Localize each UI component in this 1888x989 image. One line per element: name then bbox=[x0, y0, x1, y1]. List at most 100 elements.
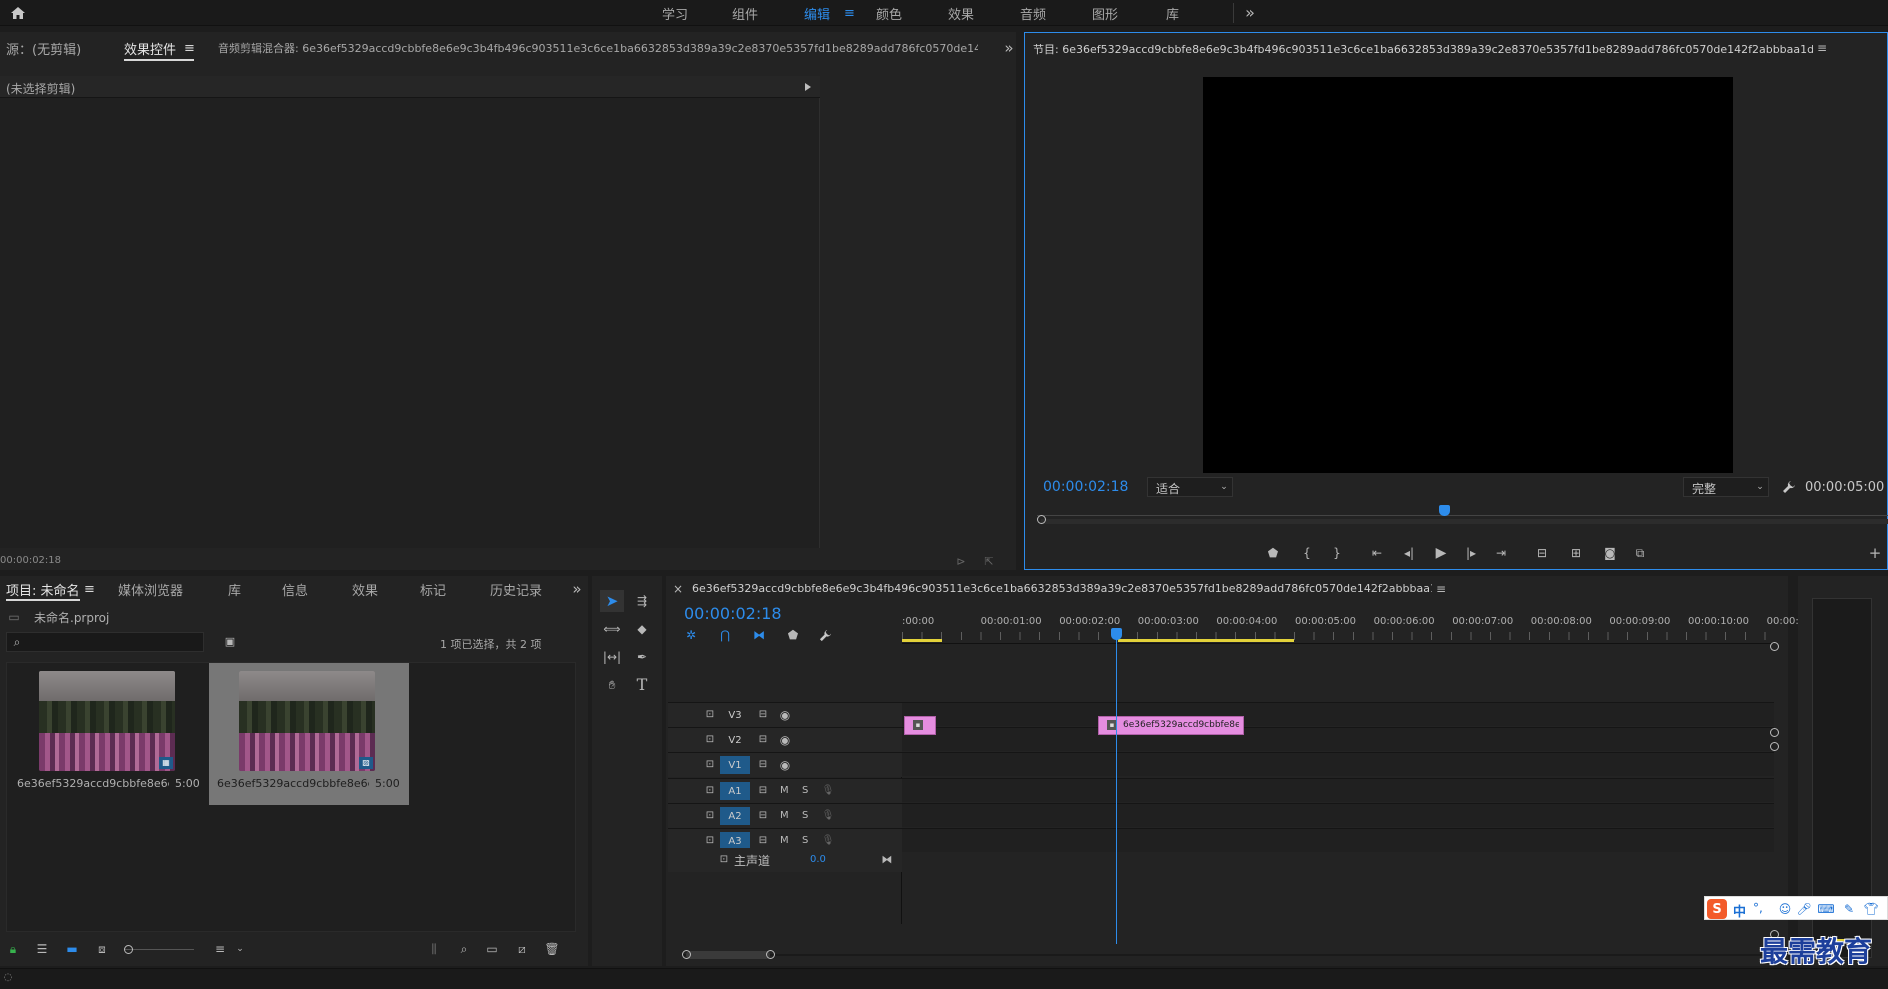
clip[interactable]: ▪ 6e36ef5329accd9cbbfe8e6e9c3b4f bbox=[1098, 716, 1244, 735]
clip[interactable]: ▪ bbox=[904, 716, 936, 735]
track-target-button[interactable]: V3 bbox=[720, 706, 750, 724]
workspace-overflow-icon[interactable]: » bbox=[1242, 3, 1258, 23]
lock-icon[interactable]: ⊡ bbox=[704, 734, 716, 746]
workspace-tab-effects[interactable]: 效果 bbox=[948, 0, 974, 26]
microphone-icon[interactable]: 🎤︎ bbox=[1796, 901, 1811, 917]
tab-audio-clip-mixer[interactable]: 音频剪辑混合器: 6e36ef5329accd9cbbfe8e6e9c3b4fb… bbox=[218, 32, 978, 64]
razor-tool-icon[interactable]: ◆ bbox=[630, 618, 654, 640]
eye-icon[interactable]: ◉ bbox=[778, 708, 792, 722]
tab-media-browser[interactable]: 媒体浏览器 bbox=[118, 576, 183, 602]
sync-lock-icon[interactable]: ⊟ bbox=[756, 759, 770, 771]
track-select-tool-icon[interactable]: ⇶ bbox=[630, 590, 654, 612]
work-area-bar[interactable] bbox=[1118, 639, 1294, 642]
track-target-button[interactable]: A2 bbox=[720, 807, 750, 825]
workspace-tab-libraries[interactable]: 库 bbox=[1166, 0, 1179, 26]
comparison-view-icon[interactable]: ⧉ bbox=[1631, 545, 1649, 561]
scroll-handle[interactable] bbox=[1770, 742, 1779, 751]
icon-view-icon[interactable]: ▬ bbox=[64, 942, 80, 956]
home-icon[interactable] bbox=[8, 4, 28, 22]
mute-button[interactable]: M bbox=[780, 835, 789, 846]
workspace-tab-learn[interactable]: 学习 bbox=[662, 0, 688, 26]
microphone-icon[interactable]: 🎙︎ bbox=[822, 809, 835, 823]
lock-icon[interactable]: ⊡ bbox=[718, 854, 730, 866]
solo-button[interactable]: S bbox=[802, 810, 808, 821]
trash-icon[interactable]: 🗑︎ bbox=[544, 942, 560, 956]
thumbnail-size-slider[interactable] bbox=[124, 945, 194, 954]
scroll-handle-right[interactable] bbox=[766, 950, 775, 959]
lock-icon[interactable]: ⊡ bbox=[704, 785, 716, 797]
ime-language[interactable]: 中 bbox=[1733, 901, 1746, 920]
find-icon[interactable]: ⌕ bbox=[456, 942, 472, 956]
program-monitor-title[interactable]: 节目: 6e36ef5329accd9cbbfe8e6e9c3b4fb496c9… bbox=[1033, 41, 1813, 57]
extract-icon[interactable]: ⊞ bbox=[1567, 545, 1585, 561]
hand-tool-icon[interactable]: ✋︎ bbox=[600, 674, 624, 696]
workspace-menu-icon[interactable]: ≡ bbox=[844, 0, 855, 26]
track-target-button[interactable]: A1 bbox=[720, 782, 750, 800]
add-button-icon[interactable]: + bbox=[1867, 545, 1883, 561]
sequence-tab-title[interactable]: 6e36ef5329accd9cbbfe8e6e9c3b4fb496c90351… bbox=[692, 582, 1432, 595]
quality-select[interactable]: 完整 ⌄ bbox=[1683, 477, 1769, 497]
new-bin-icon[interactable]: ▭ bbox=[484, 942, 500, 956]
eye-icon[interactable]: ◉ bbox=[778, 758, 792, 772]
microphone-icon[interactable]: 🎙︎ bbox=[822, 834, 835, 848]
project-overflow-icon[interactable]: » bbox=[570, 580, 584, 598]
handwriting-icon[interactable]: ✎ bbox=[1841, 901, 1857, 917]
tab-effects[interactable]: 效果 bbox=[352, 576, 378, 602]
export-icon[interactable]: ⇱ bbox=[982, 554, 996, 568]
program-monitor-menu-icon[interactable]: ≡ bbox=[1815, 40, 1829, 56]
time-ruler[interactable]: :00:00 00:00:01:00 00:00:02:00 00:00:03:00 0… bbox=[902, 612, 1805, 644]
add-marker-icon[interactable]: ⬟ bbox=[1265, 545, 1281, 561]
project-menu-icon[interactable]: ≡ bbox=[84, 576, 95, 602]
new-search-bin-icon[interactable]: ▣ bbox=[222, 634, 238, 648]
ime-punctuation[interactable]: °, bbox=[1753, 901, 1763, 915]
bow-tie-icon[interactable]: ⧓ bbox=[880, 852, 894, 866]
program-playhead[interactable] bbox=[1438, 505, 1450, 516]
project-item[interactable]: ▦ 6e36ef5329accd9cbbfe8e6e9... 5:00 bbox=[7, 663, 207, 797]
lock-icon[interactable]: ⊡ bbox=[704, 835, 716, 847]
work-area-bar[interactable] bbox=[902, 639, 942, 642]
slider-handle[interactable] bbox=[124, 945, 133, 954]
workspace-tab-graphics[interactable]: 图形 bbox=[1092, 0, 1118, 26]
sync-lock-icon[interactable]: ⊟ bbox=[756, 835, 770, 847]
scrub-start-handle[interactable] bbox=[1037, 515, 1046, 524]
linked-selection-icon[interactable]: ⧓ bbox=[750, 626, 768, 644]
timeline-timecode[interactable]: 00:00:02:18 bbox=[684, 604, 782, 623]
sync-lock-icon[interactable]: ⊟ bbox=[756, 709, 770, 721]
type-tool-icon[interactable]: T bbox=[630, 674, 654, 696]
project-item[interactable]: ▨ 6e36ef5329accd9cbbfe8e6e9... 5:00 bbox=[209, 663, 409, 805]
track-target-button[interactable]: V1 bbox=[720, 756, 750, 774]
mark-in-icon[interactable]: { bbox=[1299, 545, 1315, 561]
timeline-menu-icon[interactable]: ≡ bbox=[1434, 581, 1448, 597]
tab-libraries[interactable]: 库 bbox=[228, 576, 241, 602]
freeform-view-icon[interactable]: ⧈ bbox=[92, 942, 112, 956]
lock-icon[interactable]: ⊡ bbox=[704, 810, 716, 822]
tab-history[interactable]: 历史记录 bbox=[490, 576, 542, 602]
scroll-thumb[interactable] bbox=[686, 951, 770, 959]
search-input[interactable] bbox=[27, 634, 199, 650]
master-track-value[interactable]: 0.0 bbox=[810, 854, 826, 865]
step-forward-icon[interactable]: |▸ bbox=[1463, 545, 1479, 561]
track-a2[interactable]: ⊡ A2 ⊟ M S 🎙︎ bbox=[668, 803, 1774, 828]
sync-lock-icon[interactable]: ⊟ bbox=[756, 785, 770, 797]
timeline-playhead-handle[interactable] bbox=[1111, 628, 1122, 640]
add-marker-icon[interactable]: ⬟ bbox=[784, 626, 802, 644]
selection-tool-icon[interactable]: ➤ bbox=[600, 590, 624, 612]
program-scrub-bar[interactable] bbox=[1037, 505, 1888, 525]
list-view-icon[interactable]: ☰ bbox=[34, 942, 50, 956]
track-v1[interactable]: ⊡ V1 ⊟ ◉ bbox=[668, 752, 1774, 777]
new-item-icon[interactable]: ⧄ bbox=[514, 942, 530, 956]
program-video-frame[interactable] bbox=[1203, 77, 1733, 473]
ripple-edit-tool-icon[interactable]: ⟺ bbox=[600, 618, 624, 640]
timeline-settings-wrench-icon[interactable] bbox=[816, 626, 834, 644]
sort-icon[interactable]: ≡ bbox=[212, 942, 228, 956]
go-to-in-icon[interactable]: ⇤ bbox=[1369, 545, 1385, 561]
effect-controls-menu-icon[interactable]: ≡ bbox=[184, 32, 195, 64]
camera-icon[interactable]: ◙ bbox=[1601, 545, 1619, 561]
step-back-icon[interactable]: ◂| bbox=[1401, 545, 1417, 561]
workspace-tab-assembly[interactable]: 组件 bbox=[732, 0, 758, 26]
close-sequence-icon[interactable]: × bbox=[672, 582, 684, 596]
tab-markers[interactable]: 标记 bbox=[420, 576, 446, 602]
pen-tool-icon[interactable]: ✒︎ bbox=[630, 646, 654, 668]
workspace-tab-editing[interactable]: 编辑 bbox=[804, 0, 830, 26]
lift-icon[interactable]: ⊟ bbox=[1533, 545, 1551, 561]
